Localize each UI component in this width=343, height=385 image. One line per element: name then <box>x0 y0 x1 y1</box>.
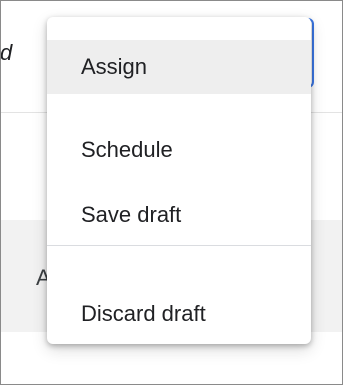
menu-item-label: Assign <box>81 54 148 79</box>
menu-item-schedule[interactable]: Schedule <box>47 123 311 177</box>
menu-separator <box>47 245 311 246</box>
menu-item-label: Schedule <box>81 137 173 162</box>
menu-item-label: Save draft <box>81 202 182 227</box>
screen: d A Assign Schedule Save draft Discard d… <box>0 0 343 385</box>
background-field-text: d <box>0 40 13 65</box>
menu-item-discard-draft[interactable]: Discard draft <box>47 287 311 341</box>
menu-item-label: Discard draft <box>81 301 206 326</box>
dropdown-menu: Assign Schedule Save draft Discard draft <box>47 17 311 344</box>
menu-item-assign[interactable]: Assign <box>47 40 311 94</box>
menu-item-save-draft[interactable]: Save draft <box>47 188 311 242</box>
